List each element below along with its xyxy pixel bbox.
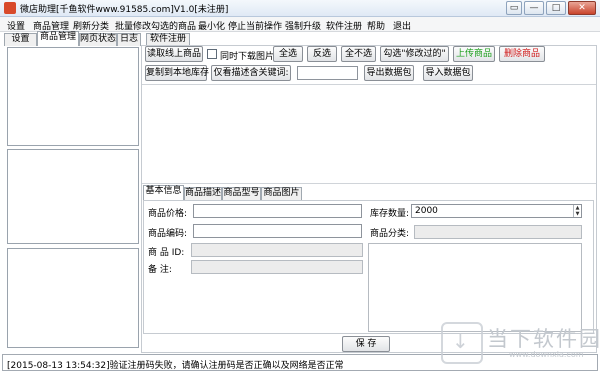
- code-label: 商品编码:: [148, 229, 188, 239]
- code-input[interactable]: [193, 224, 362, 238]
- download-arrow-icon: ↓: [452, 329, 469, 353]
- menu-settings[interactable]: 设置: [7, 19, 25, 32]
- menu-exit[interactable]: 退出: [393, 19, 411, 32]
- left-list-panel-bottom[interactable]: [7, 248, 139, 348]
- tab-settings[interactable]: 设置: [4, 33, 37, 46]
- watermark-text: 当下软件园: [487, 327, 600, 351]
- left-list-panel-top[interactable]: [7, 47, 139, 146]
- select-none-button[interactable]: 全不选: [341, 46, 376, 62]
- tab-product-model[interactable]: 商品型号: [222, 187, 261, 200]
- menu-bar: 设置 商品管理 刷新分类 批量修改勾选的商品 最小化 停止当前操作 强制升级 软…: [0, 17, 600, 32]
- fetch-online-button[interactable]: 读取线上商品: [145, 46, 203, 62]
- tab-product-image[interactable]: 商品图片: [261, 187, 302, 200]
- category-list[interactable]: [368, 243, 582, 332]
- category-field: [414, 225, 582, 239]
- window-title: 微店助理[千鱼软件www.91585.com]V1.0[未注册]: [20, 5, 229, 15]
- restore-icon[interactable]: ▭: [506, 1, 522, 15]
- watermark-url: www.downxia.com: [509, 350, 584, 359]
- status-message: [2015-08-13 13:54:32]验证注册码失败，请确认注册码是否正确以…: [7, 361, 344, 371]
- desc-keyword-filter-button[interactable]: 仅看描述含关键词:: [211, 65, 291, 81]
- title-bar: 微店助理[千鱼软件www.91585.com]V1.0[未注册] ▭ — □ ✕: [0, 0, 600, 17]
- menu-help[interactable]: 帮助: [367, 19, 385, 32]
- copy-to-local-button[interactable]: 复制到本地库存: [145, 65, 209, 81]
- save-button[interactable]: 保 存: [342, 336, 390, 352]
- delete-button[interactable]: 删除商品: [499, 46, 545, 62]
- left-list-panel-middle[interactable]: [7, 149, 139, 244]
- upload-button[interactable]: 上传商品: [453, 46, 495, 62]
- tab-log[interactable]: 日志: [117, 33, 141, 46]
- tab-basic-info[interactable]: 基本信息: [143, 185, 184, 200]
- note-field[interactable]: [191, 260, 363, 274]
- sync-download-label: 同时下载图片: [220, 52, 275, 62]
- close-button[interactable]: ✕: [568, 1, 596, 15]
- menu-force-upgrade[interactable]: 强制升级: [285, 19, 321, 32]
- stock-input[interactable]: 2000: [411, 204, 582, 218]
- product-list[interactable]: [142, 84, 596, 184]
- stock-spinner-icon[interactable]: ▲ ▼: [573, 205, 581, 217]
- note-label: 备 注:: [148, 265, 172, 275]
- category-label: 商品分类:: [370, 229, 410, 239]
- tab-web-status[interactable]: 网页状态: [79, 33, 117, 46]
- minimize-button[interactable]: —: [524, 1, 544, 15]
- menu-minimize[interactable]: 最小化: [198, 19, 225, 32]
- select-all-button[interactable]: 全选: [273, 46, 303, 62]
- export-button[interactable]: 导出数据包: [364, 65, 414, 81]
- check-modified-button[interactable]: 勾选"修改过的": [380, 46, 449, 62]
- keyword-input[interactable]: [297, 66, 358, 80]
- maximize-button[interactable]: □: [546, 1, 566, 15]
- import-button[interactable]: 导入数据包: [423, 65, 473, 81]
- stock-label: 库存数量:: [370, 209, 410, 219]
- tab-product-manage[interactable]: 商品管理: [37, 31, 79, 46]
- app-icon: [4, 2, 16, 14]
- stock-value: 2000: [415, 206, 438, 216]
- invert-selection-button[interactable]: 反选: [307, 46, 337, 62]
- tab-product-desc[interactable]: 商品描述: [184, 187, 222, 200]
- id-label: 商 品 ID:: [148, 248, 185, 258]
- id-field: [191, 243, 363, 257]
- menu-batch-edit[interactable]: 批量修改勾选的商品: [115, 19, 196, 32]
- menu-register[interactable]: 软件注册: [326, 19, 362, 32]
- price-label: 商品价格:: [148, 209, 188, 219]
- menu-stop[interactable]: 停止当前操作: [228, 19, 282, 32]
- price-input[interactable]: [193, 204, 362, 218]
- sync-download-checkbox[interactable]: [207, 49, 217, 59]
